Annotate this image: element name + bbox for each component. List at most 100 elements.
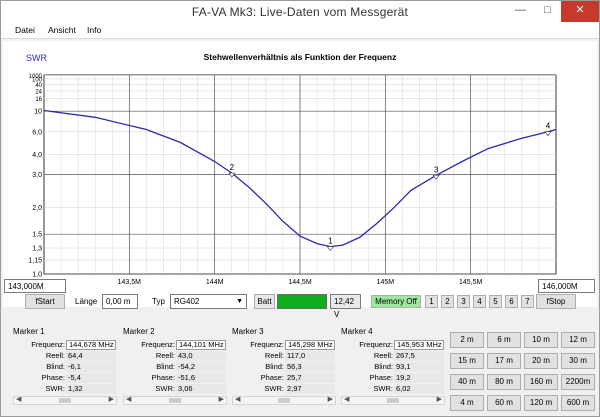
band-button[interactable]: 12 m <box>561 332 595 348</box>
band-button[interactable]: 2 m <box>450 332 484 348</box>
close-icon[interactable]: ✕ <box>561 1 599 22</box>
memory-off-button[interactable]: Memory Off <box>371 295 421 308</box>
marker-panel: Marker 4 Frequenz: 145,953 MHz Reell: 267,5 B… <box>341 325 445 405</box>
band-button[interactable]: 20 m <box>524 353 558 369</box>
marker-field-label: Frequenz: <box>250 340 284 349</box>
band-button[interactable]: 17 m <box>487 353 521 369</box>
marker-title: Marker 2 <box>123 327 155 336</box>
band-button[interactable]: 4 m <box>450 395 484 411</box>
chevron-right-icon[interactable]: ▶ <box>109 395 114 403</box>
marker-row-swr: SWR: 3,06 <box>123 384 227 394</box>
band-button[interactable]: 600 m <box>561 395 595 411</box>
memory-slot-button[interactable]: 2 <box>441 295 454 308</box>
band-button[interactable]: 2200m <box>561 374 595 390</box>
marker-label: 1 <box>328 237 333 246</box>
menu-datei[interactable]: Datei <box>15 25 35 35</box>
maximize-icon[interactable]: □ <box>534 1 561 22</box>
memory-slot-button[interactable]: 7 <box>521 295 534 308</box>
chevron-left-icon[interactable]: ◀ <box>235 395 240 403</box>
y-tick-label: 3,0 <box>32 172 42 179</box>
band-button[interactable]: 80 m <box>487 374 521 390</box>
band-button[interactable]: 60 m <box>487 395 521 411</box>
marker-row-swr: SWR: 2,97 <box>232 384 336 394</box>
chevron-left-icon[interactable]: ◀ <box>126 395 131 403</box>
band-button[interactable]: 160 m <box>524 374 558 390</box>
menu-ansicht[interactable]: Ansicht <box>48 25 76 35</box>
marker-row-reell: Reell: 267,5 <box>341 351 445 361</box>
chevron-right-icon[interactable]: ▶ <box>219 395 224 403</box>
marker-title: Marker 1 <box>13 327 45 336</box>
title-bar: FA-VA Mk3: Live-Daten vom Messgerät — □ … <box>1 1 599 22</box>
x-tick-label: 145,5M <box>459 279 483 286</box>
band-button[interactable]: 6 m <box>487 332 521 348</box>
marker-scrollbar[interactable]: ◀ ▶ <box>123 396 227 405</box>
band-button[interactable]: 10 m <box>524 332 558 348</box>
chevron-down-icon: ▼ <box>236 298 243 305</box>
x-tick-label: 143,5M <box>118 279 142 286</box>
scroll-thumb[interactable] <box>387 398 399 403</box>
minimize-icon[interactable]: — <box>507 1 534 22</box>
marker-row-reell: Reell: 117,0 <box>232 351 336 361</box>
voltage-display: 12,42 V <box>330 294 361 319</box>
marker-row-swr: SWR: 1,32 <box>13 384 117 394</box>
cable-type-select[interactable]: RG402 ▼ <box>170 294 247 309</box>
marker-scrollbar[interactable]: ◀ ▶ <box>341 396 445 405</box>
fstart-button[interactable]: fStart <box>25 294 65 309</box>
marker-field-value: 2,97 <box>285 384 335 394</box>
marker-field-label: Phase: <box>369 373 393 382</box>
memory-slot-button[interactable]: 4 <box>473 295 486 308</box>
marker-row-swr: SWR: 6,02 <box>341 384 445 394</box>
marker-row-reell: Reell: 43,0 <box>123 351 227 361</box>
y-tick-label: 1,3 <box>32 246 42 253</box>
y-tick-label: 6,0 <box>32 129 42 136</box>
marker-field-label: Blind: <box>156 362 175 371</box>
marker-field-value: 144,678 MHz <box>66 340 116 350</box>
battery-indicator <box>277 294 327 309</box>
memory-slot-button[interactable]: 5 <box>489 295 502 308</box>
memory-slot-button[interactable]: 1 <box>425 295 438 308</box>
chevron-right-icon[interactable]: ▶ <box>437 395 442 403</box>
marker-field-label: Reell: <box>155 351 175 360</box>
marker-field-label: SWR: <box>45 384 65 393</box>
marker-field-value: 3,06 <box>176 384 226 394</box>
laenge-input[interactable]: 0,00 m <box>102 294 138 309</box>
marker-title: Marker 4 <box>341 327 373 336</box>
marker-row-freq: Frequenz: 144,101 MHz <box>123 340 227 350</box>
y-tick-label: 10 <box>34 109 42 116</box>
y-tick-label: 1,0 <box>32 272 42 279</box>
band-button[interactable]: 15 m <box>450 353 484 369</box>
marker-scrollbar[interactable]: ◀ ▶ <box>13 396 117 405</box>
marker-label: 4 <box>546 122 551 131</box>
fstop-button[interactable]: fStop <box>536 294 576 309</box>
y-tick-label: 2,0 <box>32 205 42 212</box>
start-frequency-display: 143,000M <box>4 279 66 293</box>
marker-field-value: 144,101 MHz <box>176 340 226 350</box>
marker-panel: Marker 2 Frequenz: 144,101 MHz Reell: 43,0 Bl… <box>123 325 227 405</box>
marker-field-label: Blind: <box>374 362 393 371</box>
marker-panel: Marker 1 Frequenz: 144,678 MHz Reell: 64,4 Bl… <box>13 325 117 405</box>
marker-field-label: Reell: <box>264 351 284 360</box>
menu-info[interactable]: Info <box>87 25 101 35</box>
scroll-thumb[interactable] <box>278 398 290 403</box>
marker-field-label: Frequenz: <box>31 340 65 349</box>
chevron-right-icon[interactable]: ▶ <box>328 395 333 403</box>
marker-row-phase: Phase: 25,7 <box>232 373 336 383</box>
memory-slot-button[interactable]: 6 <box>505 295 518 308</box>
marker-field-label: Blind: <box>265 362 284 371</box>
app-window: FA-VA Mk3: Live-Daten vom Messgerät — □ … <box>0 0 600 417</box>
marker-row-blind: Blind: -6,1 <box>13 362 117 372</box>
marker-scrollbar[interactable]: ◀ ▶ <box>232 396 336 405</box>
y-tick-label: 1,5 <box>32 232 42 239</box>
chevron-left-icon[interactable]: ◀ <box>344 395 349 403</box>
laenge-label: Länge <box>75 297 98 306</box>
scroll-thumb[interactable] <box>59 398 71 403</box>
swr-chart[interactable]: 1000100402416106,04,03,02,01,51,31,151,0… <box>3 41 597 307</box>
band-button[interactable]: 40 m <box>450 374 484 390</box>
band-button[interactable]: 30 m <box>561 353 595 369</box>
marker-row-freq: Frequenz: 144,678 MHz <box>13 340 117 350</box>
band-button[interactable]: 120 m <box>524 395 558 411</box>
memory-slot-button[interactable]: 3 <box>457 295 470 308</box>
chevron-left-icon[interactable]: ◀ <box>16 395 21 403</box>
marker-label: 3 <box>434 165 439 174</box>
scroll-thumb[interactable] <box>169 398 181 403</box>
